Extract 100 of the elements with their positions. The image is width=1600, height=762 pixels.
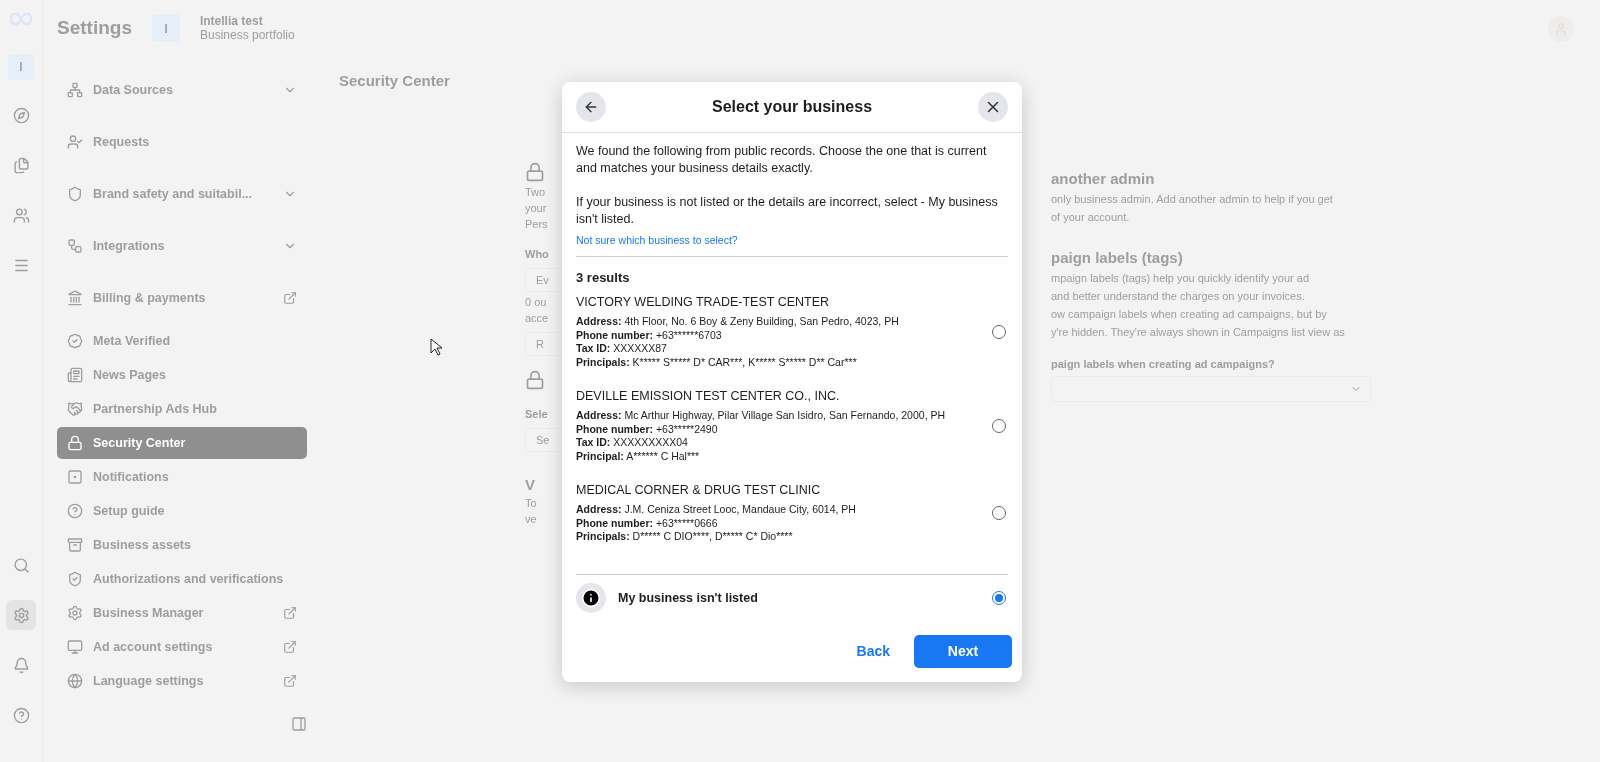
nav-label: Notifications — [93, 470, 170, 484]
business-detail: Principals: K***** S***** D* CAR***, K***** S***** D** Car*** — [576, 355, 858, 369]
nav-icon — [67, 333, 83, 349]
collapse-icon[interactable] — [291, 716, 307, 732]
nav-label: Language settings — [93, 674, 205, 688]
lock-icon — [525, 370, 545, 390]
nav-label: Brand safety and suitabil... — [93, 187, 254, 201]
section-text: of your account. — [1051, 211, 1131, 223]
page-title: Security Center — [339, 72, 451, 91]
help-icon[interactable] — [12, 706, 30, 724]
cursor-icon — [430, 338, 442, 356]
business-avatar[interactable]: I — [8, 54, 34, 80]
business-detail: Principals: D***** C DIO****, D***** C* Dio**** — [576, 530, 794, 544]
portfolio-avatar[interactable]: I — [151, 14, 180, 42]
nav-icon — [67, 503, 83, 519]
nav-label: Setup guide — [93, 504, 166, 518]
next-button[interactable]: Next — [914, 634, 1012, 668]
sidebar-item[interactable]: Business Manager — [57, 597, 307, 629]
external-link-icon — [283, 291, 297, 305]
portfolio-name: Intellia test — [199, 14, 264, 28]
nav-icon — [67, 605, 83, 621]
sidebar-item[interactable]: Integrations — [57, 230, 307, 262]
section-text: y're hidden. They're always shown in Campaigns list view as — [1051, 326, 1346, 338]
nav-icon — [67, 238, 83, 254]
sidebar-item[interactable]: Setup guide — [57, 495, 307, 527]
close-button[interactable] — [978, 92, 1008, 122]
section-text: Two — [525, 186, 547, 198]
business-name: VICTORY WELDING TRADE-TEST CENTER — [576, 295, 831, 309]
pages-icon[interactable] — [12, 156, 30, 174]
nav-label: News Pages — [93, 368, 167, 382]
business-name: MEDICAL CORNER & DRUG TEST CLINIC — [576, 483, 822, 497]
back-button[interactable]: Back — [854, 639, 892, 663]
business-name: DEVILLE EMISSION TEST CENTER CO., INC. — [576, 389, 841, 403]
business-detail: Address: J.M. Ceniza Street Looc, Mandaue City, 6014, PH — [576, 503, 856, 517]
nav-label: Data Sources — [93, 83, 174, 97]
intro-text: We found the following from public records. Choose the one that is current and matches your business details exactly. — [576, 143, 988, 177]
lock-icon — [525, 162, 545, 182]
sidebar-item[interactable]: Partnership Ads Hub — [57, 393, 307, 425]
settings-title: Settings — [57, 17, 132, 39]
nav-icon — [67, 639, 83, 655]
sidebar-item[interactable]: Notifications — [57, 461, 307, 493]
external-link-icon — [283, 674, 297, 688]
bell-icon[interactable] — [12, 656, 30, 674]
not-listed-label: My business isn't listed — [618, 590, 759, 605]
sidebar-item[interactable]: Language settings — [57, 665, 307, 697]
business-detail: Phone number: +63*****0666 — [576, 516, 719, 530]
sidebar-item[interactable]: Meta Verified — [57, 325, 307, 357]
nav-label: Partnership Ads Hub — [93, 402, 218, 416]
section-text: another admin — [1051, 170, 1156, 187]
back-arrow-button[interactable] — [576, 92, 606, 122]
nav-icon — [67, 537, 83, 553]
sidebar-item[interactable]: Authorizations and verifications — [57, 563, 307, 595]
business-detail: Address: Mc Arthur Highway, Pilar Village San Isidro, San Fernando, 2000, PH — [576, 409, 946, 423]
sidebar-item[interactable]: Billing & payments — [57, 282, 307, 314]
dialog-title: Select your business — [711, 98, 873, 116]
search-icon[interactable] — [12, 556, 30, 574]
business-detail: Principal: A****** C Hal*** — [576, 449, 701, 463]
section-text: paign labels (tags) — [1051, 249, 1184, 266]
sidebar-item[interactable]: Security Center — [57, 427, 307, 459]
section-text: mpaign labels (tags) help you quickly identify your ad — [1051, 272, 1311, 284]
nav-label: Requests — [93, 135, 151, 149]
nav-icon — [67, 186, 83, 202]
nav-label: Authorizations and verifications — [93, 572, 285, 586]
compass-icon[interactable] — [12, 106, 30, 124]
nav-label: Business Manager — [93, 606, 205, 620]
nav-icon — [67, 401, 83, 417]
nav-icon — [67, 82, 83, 98]
nav-icon — [67, 571, 83, 587]
nav-label: Business assets — [93, 538, 192, 552]
nav-icon — [67, 134, 83, 150]
info-icon — [576, 582, 606, 613]
sidebar-item[interactable]: Business assets — [57, 529, 307, 561]
nav-label: Integrations — [93, 239, 166, 253]
note-text: If your business is not listed or the details are incorrect, select - My business isn't listed. — [576, 194, 999, 228]
people-icon[interactable] — [12, 206, 30, 224]
settings-icon[interactable] — [12, 606, 30, 624]
nav-label: Meta Verified — [93, 334, 172, 348]
section-text: ow campaign labels when creating ad campaigns, but by — [1051, 308, 1328, 320]
section-text: paign labels when creating ad campaigns? — [1051, 358, 1276, 370]
external-link-icon — [283, 606, 297, 620]
nav-icon — [67, 290, 83, 306]
nav-icon — [67, 367, 83, 383]
nav-label: Security Center — [93, 436, 187, 450]
nav-icon — [67, 469, 83, 485]
section-text: only business admin. Add another admin to help if you get — [1051, 193, 1334, 205]
select-field[interactable] — [1051, 376, 1371, 402]
section-text: and better understand the charges on your invoices. — [1051, 290, 1306, 302]
sidebar-item[interactable]: Data Sources — [57, 74, 307, 106]
nav-icon — [67, 673, 83, 689]
sidebar-item[interactable]: Ad account settings — [57, 631, 307, 663]
nav-label: Ad account settings — [93, 640, 214, 654]
business-detail: Address: 4th Floor, No. 6 Boy & Zeny Building, San Pedro, 4023, PH — [576, 315, 899, 329]
sidebar-item[interactable]: Brand safety and suitabil... — [57, 178, 307, 210]
nav-icon — [67, 435, 83, 451]
portfolio-type: Business portfolio — [199, 28, 295, 42]
section-text: Who — [525, 248, 550, 260]
sidebar-item[interactable]: Requests — [57, 126, 307, 158]
help-link[interactable]: Not sure which business to select? — [576, 234, 738, 246]
nav-label: Billing & payments — [93, 291, 207, 305]
sidebar-item[interactable]: News Pages — [57, 359, 307, 391]
